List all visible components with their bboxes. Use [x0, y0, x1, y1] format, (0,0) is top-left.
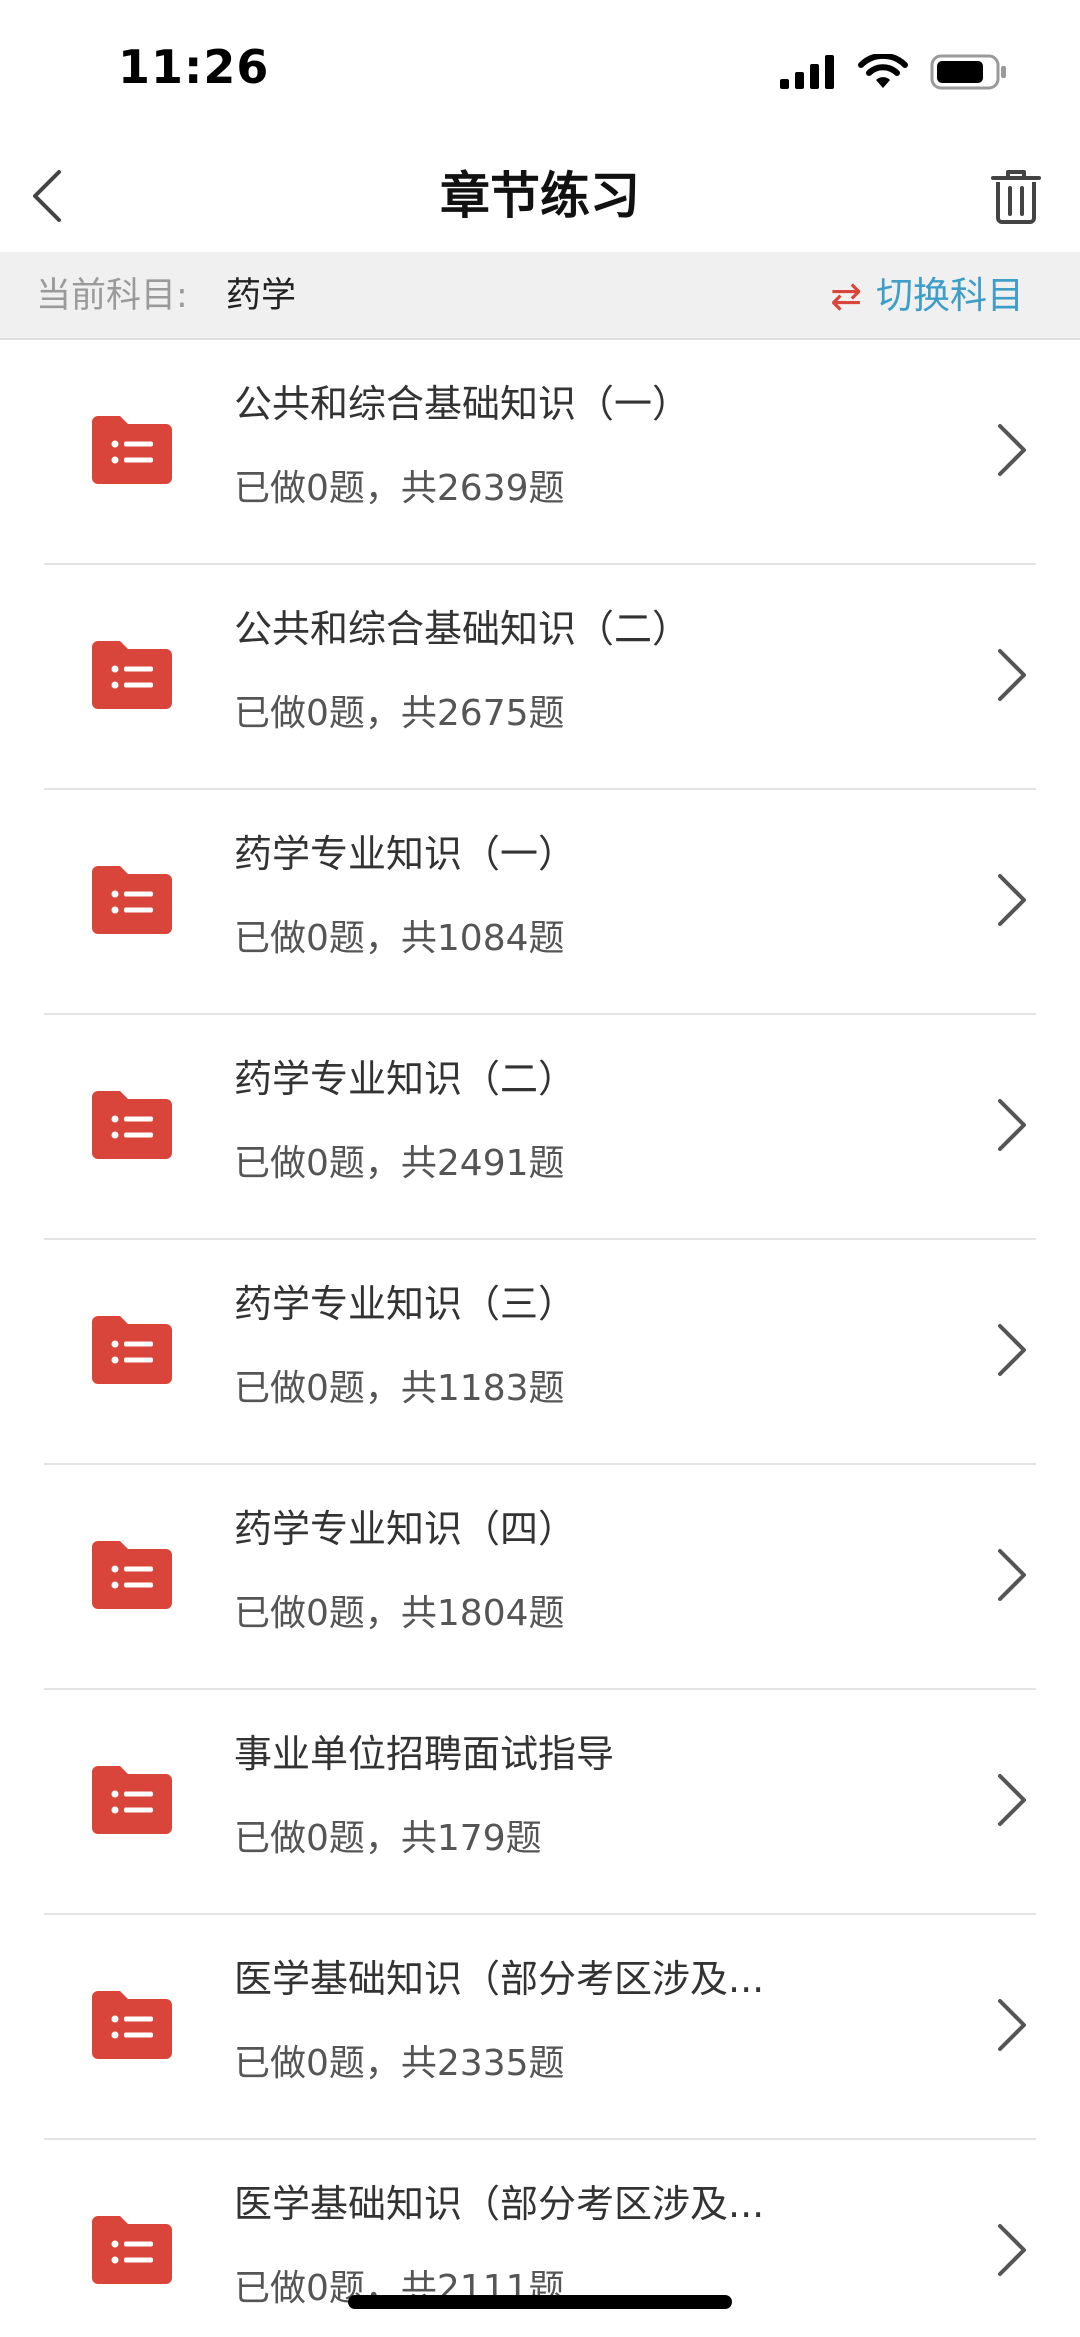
subject-label: 当前科目: — [36, 276, 188, 316]
nav-bar: 章节练习 — [0, 140, 1080, 252]
folder-list-icon — [92, 2216, 172, 2284]
chevron-right-icon — [998, 1774, 1026, 1826]
subject-bar: 当前科目: 药学 ⇄ 切换科目 — [0, 252, 1080, 340]
chapter-item[interactable]: 医学基础知识（部分考区涉及... 已做0题，共2335题 — [0, 1915, 1080, 2140]
home-indicator[interactable] — [348, 2295, 732, 2309]
wifi-icon — [858, 54, 908, 88]
chapter-progress: 已做0题，共1183题 — [234, 1368, 565, 1409]
folder-list-icon — [92, 866, 172, 934]
folder-list-icon — [92, 1091, 172, 1159]
trash-icon — [991, 170, 1041, 224]
switch-subject-label: 切换科目 — [876, 274, 1024, 317]
chapter-progress: 已做0题，共2335题 — [234, 2043, 565, 2084]
chapter-list: 公共和综合基础知识（一） 已做0题，共2639题 公共和综合基础知识（二） 已做… — [0, 340, 1080, 2337]
chapter-item[interactable]: 公共和综合基础知识（二） 已做0题，共2675题 — [0, 565, 1080, 790]
chapter-title: 公共和综合基础知识（二） — [234, 607, 691, 651]
folder-list-icon — [92, 416, 172, 484]
signal-icon — [780, 55, 834, 89]
chevron-right-icon — [998, 1999, 1026, 2051]
chapter-progress: 已做0题，共2491题 — [234, 1143, 565, 1184]
status-time: 11:26 — [118, 40, 270, 94]
chapter-progress: 已做0题，共2675题 — [234, 693, 565, 734]
chapter-item[interactable]: 药学专业知识（二） 已做0题，共2491题 — [0, 1015, 1080, 1240]
status-bar: 11:26 — [0, 0, 1080, 140]
chevron-right-icon — [998, 1549, 1026, 1601]
folder-list-icon — [92, 1766, 172, 1834]
chevron-right-icon — [998, 1099, 1026, 1151]
chapter-title: 医学基础知识（部分考区涉及... — [234, 1957, 765, 2001]
chapter-title: 事业单位招聘面试指导 — [234, 1732, 615, 1776]
chapter-progress: 已做0题，共179题 — [234, 1818, 542, 1859]
battery-icon — [930, 54, 1006, 90]
chevron-right-icon — [998, 649, 1026, 701]
chapter-item[interactable]: 事业单位招聘面试指导 已做0题，共179题 — [0, 1690, 1080, 1915]
chapter-title: 药学专业知识（一） — [234, 832, 577, 876]
folder-list-icon — [92, 1991, 172, 2059]
switch-arrows-icon: ⇄ — [830, 274, 862, 318]
folder-list-icon — [92, 1541, 172, 1609]
screen: 11:26 章节练习 当前科目: 药学 ⇄ 切换科目 公共和综合基础知识（一） … — [0, 0, 1080, 2337]
page-title: 章节练习 — [440, 167, 640, 225]
chapter-title: 药学专业知识（三） — [234, 1282, 577, 1326]
chapter-item[interactable]: 药学专业知识（一） 已做0题，共1084题 — [0, 790, 1080, 1015]
chevron-right-icon — [998, 1324, 1026, 1376]
chevron-right-icon — [998, 2224, 1026, 2276]
chapter-title: 药学专业知识（二） — [234, 1057, 577, 1101]
chapter-progress: 已做0题，共1084题 — [234, 918, 565, 959]
subject-value: 药学 — [226, 276, 297, 316]
status-icons — [780, 52, 1008, 92]
chevron-right-icon — [998, 874, 1026, 926]
chapter-progress: 已做0题，共2639题 — [234, 468, 565, 509]
chapter-item[interactable]: 公共和综合基础知识（一） 已做0题，共2639题 — [0, 340, 1080, 565]
chapter-item[interactable]: 药学专业知识（三） 已做0题，共1183题 — [0, 1240, 1080, 1465]
chapter-title: 公共和综合基础知识（一） — [234, 382, 691, 426]
chapter-progress: 已做0题，共1804题 — [234, 1593, 565, 1634]
chapter-title: 医学基础知识（部分考区涉及... — [234, 2182, 765, 2226]
clear-button[interactable] — [980, 160, 1052, 232]
switch-subject-button[interactable]: ⇄ 切换科目 — [830, 252, 1024, 340]
chapter-item[interactable]: 药学专业知识（四） 已做0题，共1804题 — [0, 1465, 1080, 1690]
chapter-title: 药学专业知识（四） — [234, 1507, 577, 1551]
folder-list-icon — [92, 641, 172, 709]
chevron-right-icon — [998, 424, 1026, 476]
folder-list-icon — [92, 1316, 172, 1384]
